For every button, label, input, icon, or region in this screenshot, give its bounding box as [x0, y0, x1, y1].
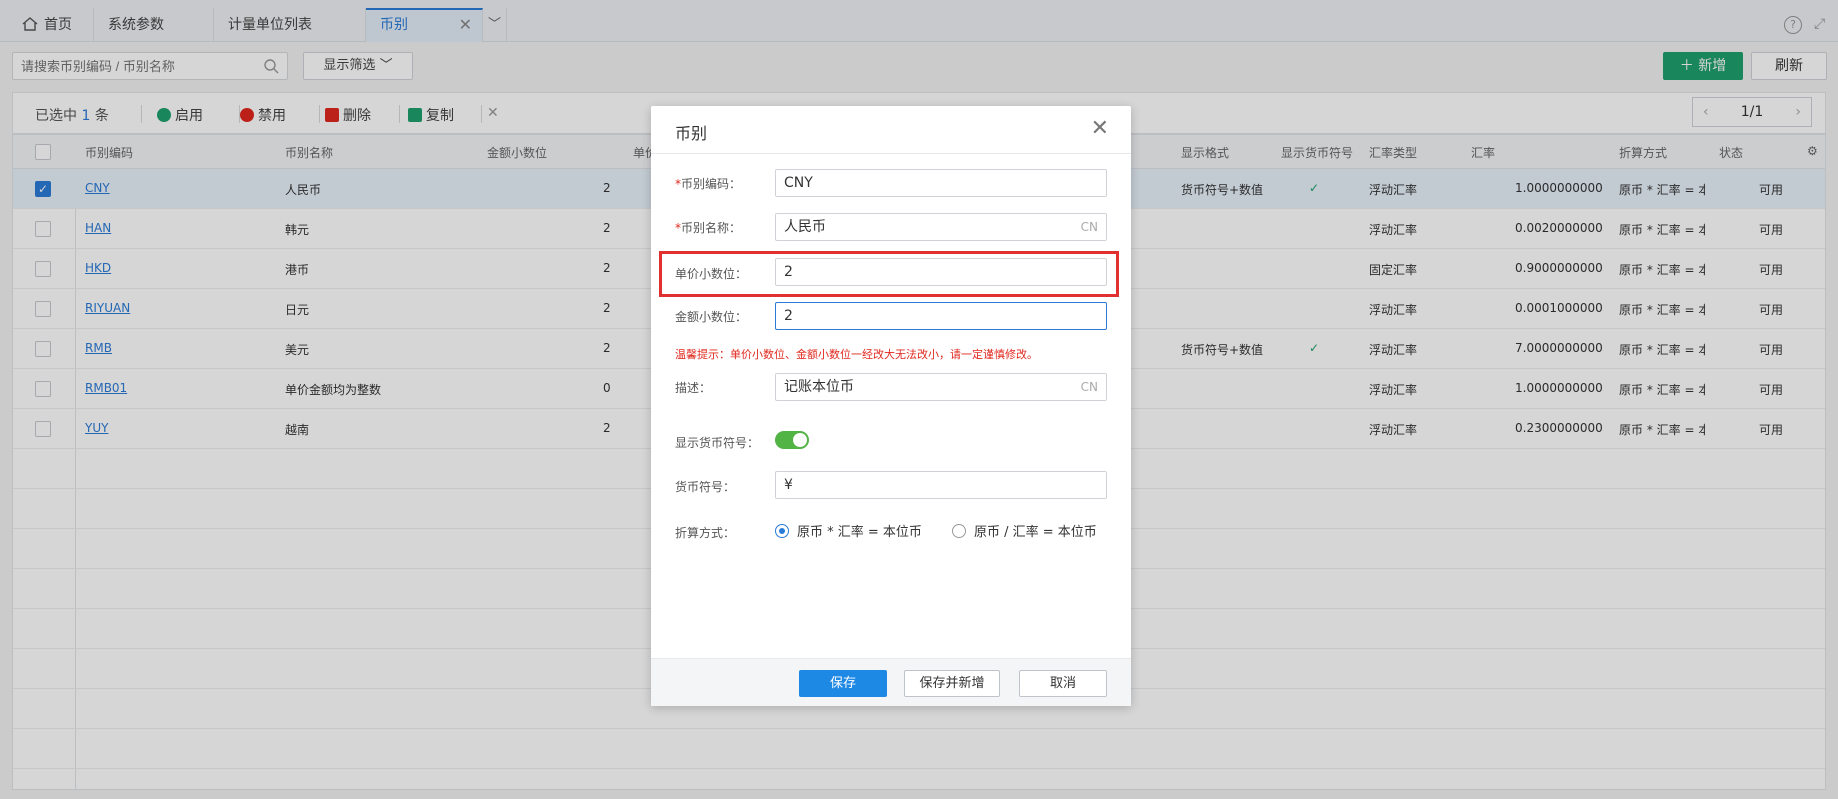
toggle-knob: [793, 433, 807, 447]
show-symbol-toggle[interactable]: [775, 431, 809, 449]
symbol-label: 货币符号：: [675, 480, 736, 494]
name-label: *币别名称：: [675, 221, 742, 235]
radio-checked: [775, 524, 789, 538]
symbol-field[interactable]: ¥: [775, 471, 1107, 499]
price-digits-label: 单价小数位：: [675, 267, 748, 281]
language-suffix[interactable]: CN: [1081, 214, 1098, 240]
code-label: *币别编码：: [675, 177, 742, 191]
currency-dialog: 币别 ✕ *币别编码： CNY *币别名称： 人民币 CN 单价小数位： 2 金额…: [651, 106, 1131, 706]
method-label: 折算方式：: [675, 526, 736, 540]
desc-label: 描述：: [675, 381, 712, 395]
warning-text: 温馨提示：单价小数位、金额小数位一经改大无法改小，请一定谨慎修改。: [675, 348, 1038, 361]
price-digits-field[interactable]: 2: [775, 258, 1107, 286]
dialog-footer: 保存 保存并新增 取消: [651, 658, 1131, 706]
amount-digits-label: 金额小数位：: [675, 310, 748, 324]
language-suffix[interactable]: CN: [1081, 374, 1098, 400]
dialog-title: 币别: [675, 124, 708, 143]
radio-unchecked: [952, 524, 966, 538]
dialog-header: 币别 ✕: [651, 106, 1131, 154]
code-field[interactable]: CNY: [775, 169, 1107, 197]
method-multiply-radio[interactable]: 原币 * 汇率 = 本位币: [775, 521, 922, 540]
save-and-new-button[interactable]: 保存并新增: [904, 670, 1000, 697]
name-field[interactable]: 人民币 CN: [775, 213, 1107, 241]
cancel-button[interactable]: 取消: [1019, 670, 1107, 697]
desc-field[interactable]: 记账本位币 CN: [775, 373, 1107, 401]
save-button[interactable]: 保存: [799, 670, 887, 697]
method-divide-radio[interactable]: 原币 / 汇率 = 本位币: [952, 521, 1097, 540]
close-icon[interactable]: ✕: [1091, 116, 1109, 141]
amount-digits-field[interactable]: 2: [775, 302, 1107, 330]
show-symbol-label: 显示货币符号：: [675, 436, 760, 450]
